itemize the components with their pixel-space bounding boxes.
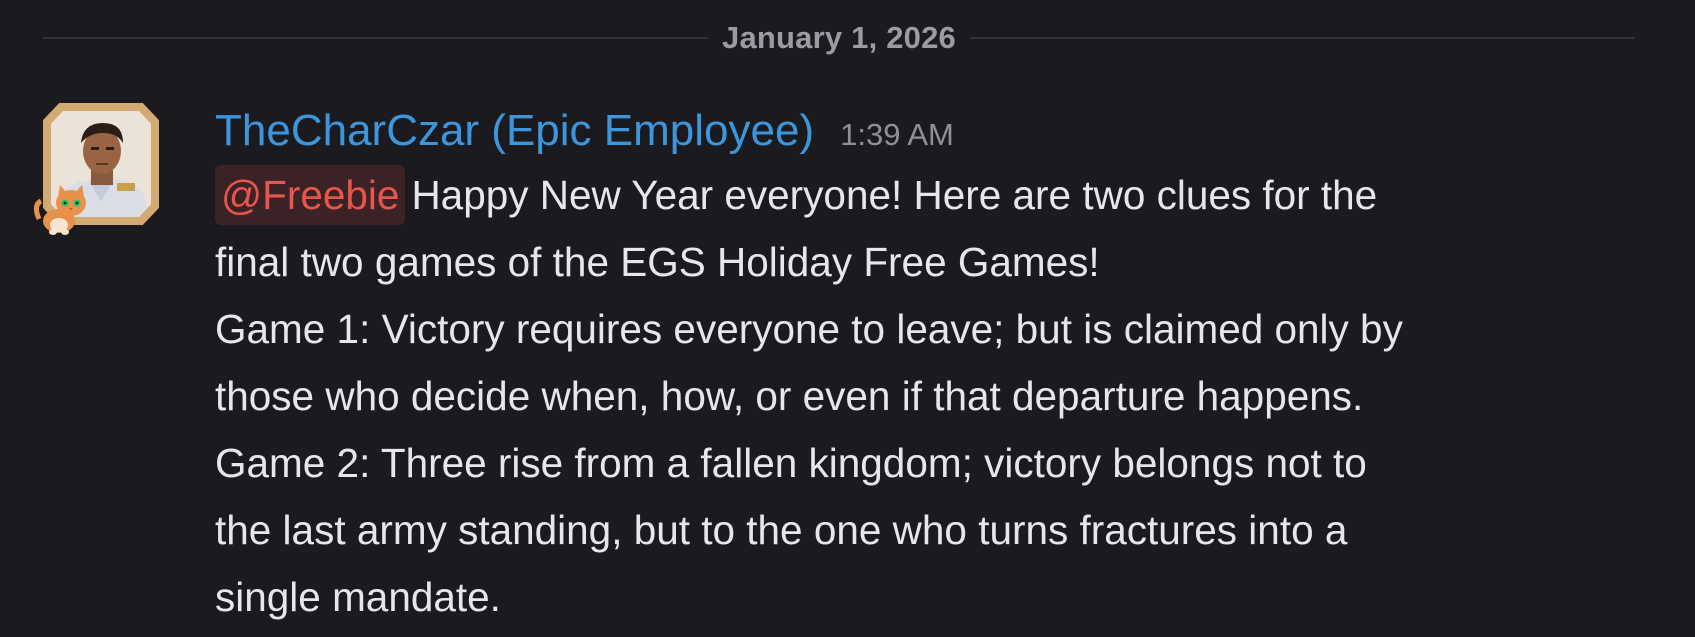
message-line: single mandate.	[215, 574, 501, 620]
chat-view: January 1, 2026 TheCharCzar (Epic Employ…	[0, 0, 1695, 637]
message-line: final two games of the EGS Holiday Free …	[215, 239, 1100, 285]
message-line: those who decide when, how, or even if t…	[215, 373, 1364, 419]
message-line: Game 1: Victory requires everyone to lea…	[215, 306, 1403, 352]
date-label: January 1, 2026	[722, 20, 956, 55]
message-line: Game 2: Three rise from a fallen kingdom…	[215, 440, 1367, 486]
message-header: TheCharCzar (Epic Employee) 1:39 AM	[215, 100, 1645, 162]
message-timestamp[interactable]: 1:39 AM	[840, 104, 954, 166]
divider-line-left	[43, 37, 709, 39]
divider-line-right	[969, 37, 1636, 39]
message-content: @Freebie Happy New Year everyone! Here ar…	[215, 162, 1635, 631]
message-line: the last army standing, but to the one w…	[215, 507, 1348, 553]
message-line-text: Happy New Year everyone! Here are two cl…	[411, 172, 1378, 218]
user-mention[interactable]: @Freebie	[215, 165, 406, 225]
avatar[interactable]	[33, 100, 173, 240]
cat-avatar-decoration-icon	[33, 175, 95, 237]
message-line: @Freebie Happy New Year everyone! Here ar…	[215, 162, 1635, 229]
author-name[interactable]: TheCharCzar (Epic Employee)	[215, 100, 814, 162]
message: TheCharCzar (Epic Employee) 1:39 AM @Fre…	[215, 100, 1645, 631]
date-divider: January 1, 2026	[43, 14, 1636, 62]
